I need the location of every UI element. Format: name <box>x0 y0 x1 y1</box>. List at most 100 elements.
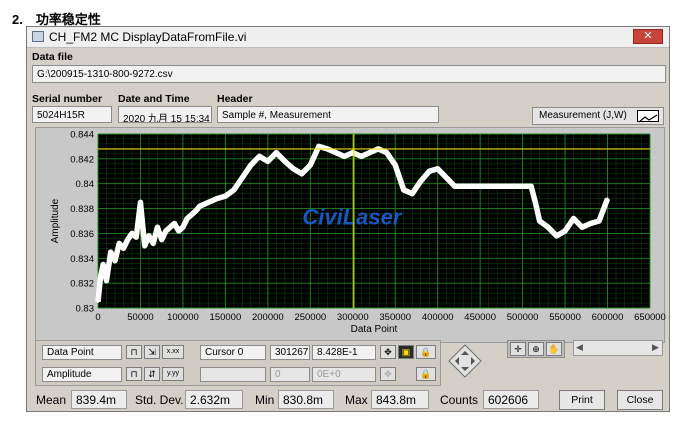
data-point <box>572 217 575 220</box>
data-point <box>428 170 431 173</box>
data-point <box>538 219 541 223</box>
y-format-button[interactable]: y.yy <box>162 367 184 381</box>
data-point <box>283 160 287 163</box>
x-format-button[interactable]: x.xx <box>162 345 184 359</box>
data-point <box>113 259 117 262</box>
counts-label: Counts <box>440 393 479 407</box>
x-tick-label: 0 <box>95 312 100 323</box>
data-point <box>173 222 176 225</box>
y-tick-label: 0.84 <box>76 179 95 190</box>
cursor-lock-menu-icon[interactable]: 🔒 <box>416 345 436 359</box>
waveform-graph[interactable]: CiviLaser 0 50000 100000 150000 200000 250000 3… <box>35 127 666 343</box>
cursor2-move-icon: ✥ <box>380 367 396 381</box>
x-tick-label: 450000 <box>464 312 496 323</box>
cursor2-x-field: 0 <box>270 367 310 382</box>
data-point <box>152 242 155 245</box>
y-lock-icon[interactable]: ⊓ <box>126 367 142 381</box>
y-tick-label: 0.838 <box>70 204 94 215</box>
data-file-field[interactable]: G:\200915-1310-800-9272.csv <box>32 65 666 83</box>
plot-legend-swatch-icon[interactable] <box>637 110 659 123</box>
x-tick-label: 150000 <box>210 312 242 323</box>
y-tick-label: 0.83 <box>76 304 95 315</box>
data-point <box>580 226 584 229</box>
data-point <box>343 155 346 158</box>
data-point <box>266 160 270 163</box>
close-button[interactable]: Close <box>617 390 663 410</box>
data-point <box>411 192 414 195</box>
watermark-logo: CiviLaser <box>302 204 402 229</box>
cursor2-y-field: 0E+0 <box>312 367 376 382</box>
data-point <box>147 234 151 238</box>
plot-legend-label: Measurement (J,W) <box>539 110 627 121</box>
data-point <box>317 145 320 148</box>
scroll-right-icon[interactable]: ▶ <box>652 342 659 353</box>
y-tick-label: 0.836 <box>70 229 94 240</box>
x-tick-label: 550000 <box>549 312 581 323</box>
pan-tool-icon[interactable]: ✋ <box>546 342 562 356</box>
date-time-field[interactable]: 2020 九月 15 15:34 <box>118 106 212 123</box>
min-label: Min <box>255 393 275 407</box>
data-point <box>334 151 337 154</box>
cursor-x-field[interactable]: 301267 <box>270 345 310 360</box>
scroll-left-icon[interactable]: ◀ <box>576 342 583 353</box>
x-tick-label: 500000 <box>507 312 539 323</box>
mean-value: 839.4m <box>71 390 127 409</box>
data-point <box>185 217 189 220</box>
header-label: Header <box>217 93 253 105</box>
data-point <box>487 185 490 188</box>
cursor-y-field[interactable]: 8.428E-1 <box>312 345 376 360</box>
x-tick-label: 50000 <box>127 312 153 323</box>
x-tick-label: 300000 <box>337 312 369 323</box>
data-point <box>606 197 609 200</box>
header-field[interactable]: Sample #, Measurement <box>217 106 439 123</box>
data-point <box>436 167 439 170</box>
data-point <box>160 238 163 241</box>
y-autoscale-icon[interactable]: ⇵ <box>144 367 160 381</box>
data-point <box>99 275 102 279</box>
cursor-tool-icon[interactable]: ✛ <box>510 342 526 356</box>
cursor-diamond-pad-icon[interactable] <box>447 343 483 379</box>
data-point <box>190 213 193 216</box>
plot-legend[interactable]: Measurement (J,W) <box>532 107 664 125</box>
x-tick-label: 250000 <box>294 312 326 323</box>
serial-number-field[interactable]: 5024H15R <box>32 106 112 123</box>
data-point <box>529 185 533 188</box>
x-axis-title: Data Point <box>351 324 398 335</box>
y-scale-name[interactable]: Amplitude <box>42 367 122 382</box>
data-point <box>461 185 465 188</box>
data-point <box>470 185 473 188</box>
y-tick-label: 0.844 <box>70 130 94 141</box>
cursor-style-icon[interactable]: ▣ <box>398 345 414 359</box>
data-point <box>177 229 180 233</box>
data-point <box>135 235 138 239</box>
x-lock-icon[interactable]: ⊓ <box>126 345 142 359</box>
cursor-move-icon[interactable]: ✥ <box>380 345 396 359</box>
x-autoscale-icon[interactable]: ⇲ <box>144 345 160 359</box>
zoom-tool-icon[interactable]: ⊕ <box>528 342 544 356</box>
graph-palette: ✛ ⊕ ✋ <box>507 340 565 358</box>
max-label: Max <box>345 393 368 407</box>
x-scale-name[interactable]: Data Point <box>42 345 122 360</box>
horizontal-scrollbar[interactable]: ◀ ▶ <box>573 340 663 356</box>
min-value: 830.8m <box>278 390 334 409</box>
data-point <box>360 155 363 158</box>
data-point <box>194 209 197 213</box>
cursor-name-field[interactable]: Cursor 0 <box>200 345 266 360</box>
data-point <box>534 201 537 204</box>
x-tick-label: 200000 <box>252 312 284 323</box>
data-point <box>495 185 499 188</box>
data-point <box>181 226 185 229</box>
data-point <box>504 185 507 188</box>
data-point <box>109 250 112 254</box>
data-point <box>198 204 202 208</box>
cursor2-lock-menu-icon: 🔒 <box>416 367 436 381</box>
std-dev-label: Std. Dev. <box>135 393 184 407</box>
window-close-button[interactable]: ✕ <box>633 29 663 44</box>
data-point <box>589 222 592 225</box>
data-point <box>96 300 100 303</box>
data-point <box>101 263 105 266</box>
mean-label: Mean <box>36 393 67 407</box>
print-button[interactable]: Print <box>559 390 605 410</box>
data-point <box>164 229 168 233</box>
y-tick-label: 0.842 <box>70 154 94 165</box>
